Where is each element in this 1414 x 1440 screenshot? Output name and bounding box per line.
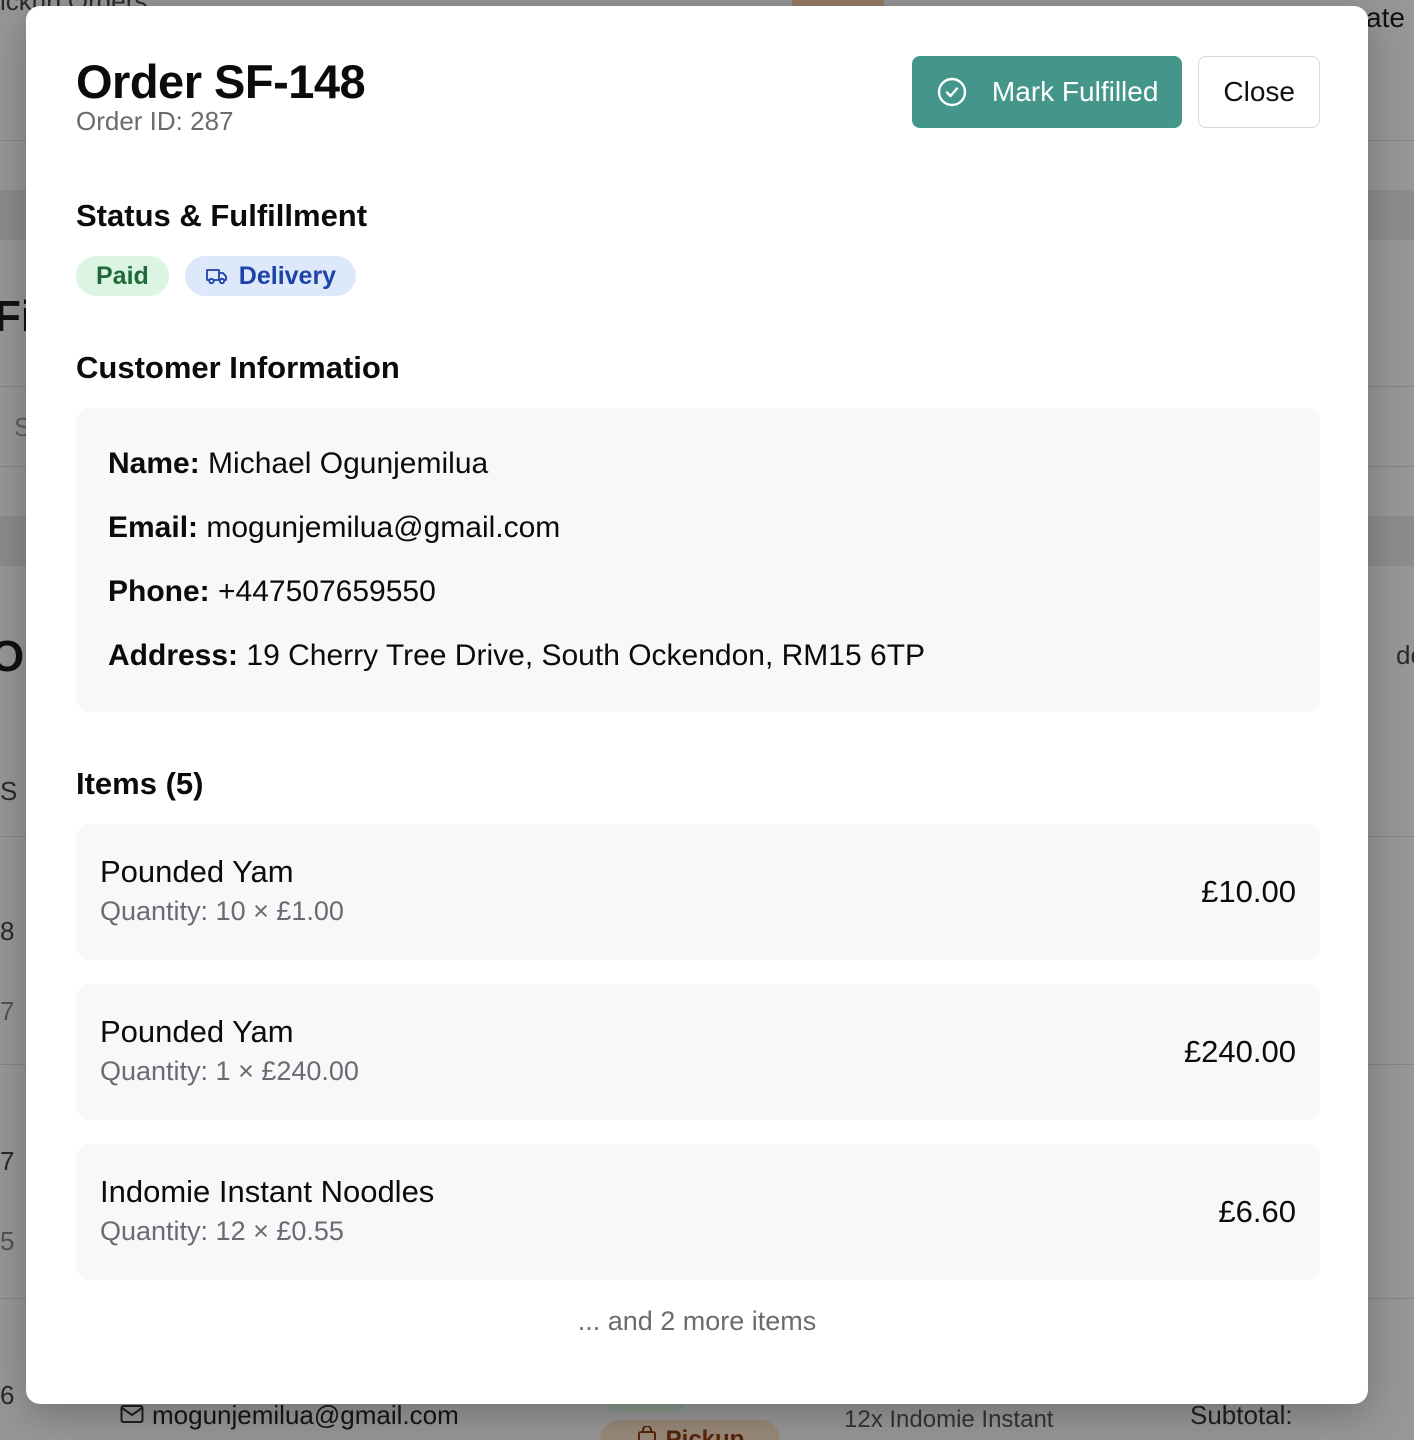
order-item: Indomie Instant Noodles Quantity: 12 × £…	[76, 1144, 1320, 1280]
order-item: Pounded Yam Quantity: 1 × £240.00 £240.0…	[76, 984, 1320, 1120]
customer-address: 19 Cherry Tree Drive, South Ockendon, RM…	[246, 639, 926, 672]
order-title: Order SF-148	[76, 55, 366, 108]
more-items-note: ... and 2 more items	[577, 1306, 817, 1336]
customer-address-row: Address: 19 Cherry Tree Drive, South Ock…	[108, 636, 1288, 676]
customer-phone-label: Phone:	[108, 575, 210, 608]
order-item-quantity: Quantity: 12 × £0.55	[100, 1216, 344, 1246]
check-circle-icon	[936, 76, 968, 108]
order-item-name: Pounded Yam	[100, 854, 294, 889]
fulfillment-type-badge: Delivery	[184, 256, 357, 296]
order-heading: Order SF-148 Order ID: 287	[76, 54, 366, 137]
status-badges: Paid Delivery	[76, 256, 357, 296]
order-item-total: £10.00	[1201, 874, 1296, 909]
order-id: Order ID: 287	[76, 106, 234, 136]
fulfillment-type-label: Delivery	[238, 261, 337, 290]
customer-email-row: Email: mogunjemilua@gmail.com	[108, 508, 1288, 548]
customer-name-label: Name:	[108, 447, 200, 480]
order-item-details: Pounded Yam Quantity: 1 × £240.00	[100, 1012, 359, 1120]
payment-status-badge: Paid	[76, 256, 169, 296]
customer-name: Michael Ogunjemilua	[208, 447, 489, 480]
customer-phone: +447507659550	[218, 575, 436, 608]
order-item-name: Pounded Yam	[100, 1014, 294, 1049]
order-item-details: Pounded Yam Quantity: 10 × £1.00	[100, 852, 344, 960]
customer-section-title: Customer Information	[76, 350, 400, 385]
modal-header: Order SF-148 Order ID: 287 Mark Fulfille…	[76, 54, 1320, 137]
order-item-name: Indomie Instant Noodles	[100, 1174, 435, 1209]
order-item: Pounded Yam Quantity: 10 × £1.00 £10.00	[76, 824, 1320, 960]
customer-email-label: Email:	[108, 511, 199, 544]
order-item-quantity: Quantity: 1 × £240.00	[100, 1056, 359, 1086]
close-button[interactable]: Close	[1198, 56, 1320, 128]
customer-phone-row: Phone: +447507659550	[108, 572, 1288, 612]
truck-icon	[205, 264, 229, 288]
customer-email: mogunjemilua@gmail.com	[206, 511, 561, 544]
mark-fulfilled-label: Mark Fulfilled	[991, 76, 1159, 107]
customer-info-card: Name: Michael Ogunjemilua Email: mogunje…	[76, 408, 1320, 712]
customer-address-label: Address:	[108, 639, 239, 672]
mark-fulfilled-button[interactable]: Mark Fulfilled	[911, 56, 1183, 128]
order-item-total: £240.00	[1183, 1034, 1296, 1069]
order-detail-modal: Order SF-148 Order ID: 287 Mark Fulfille…	[26, 6, 1368, 1404]
items-section-title: Items (5)	[76, 766, 204, 801]
order-item-quantity: Quantity: 10 × £1.00	[100, 896, 344, 926]
order-item-total: £6.60	[1218, 1194, 1296, 1229]
status-section-title: Status & Fulfillment	[76, 198, 368, 233]
order-item-details: Indomie Instant Noodles Quantity: 12 × £…	[100, 1172, 434, 1280]
header-actions: Mark Fulfilled Close	[911, 56, 1320, 128]
customer-name-row: Name: Michael Ogunjemilua	[108, 444, 1288, 484]
